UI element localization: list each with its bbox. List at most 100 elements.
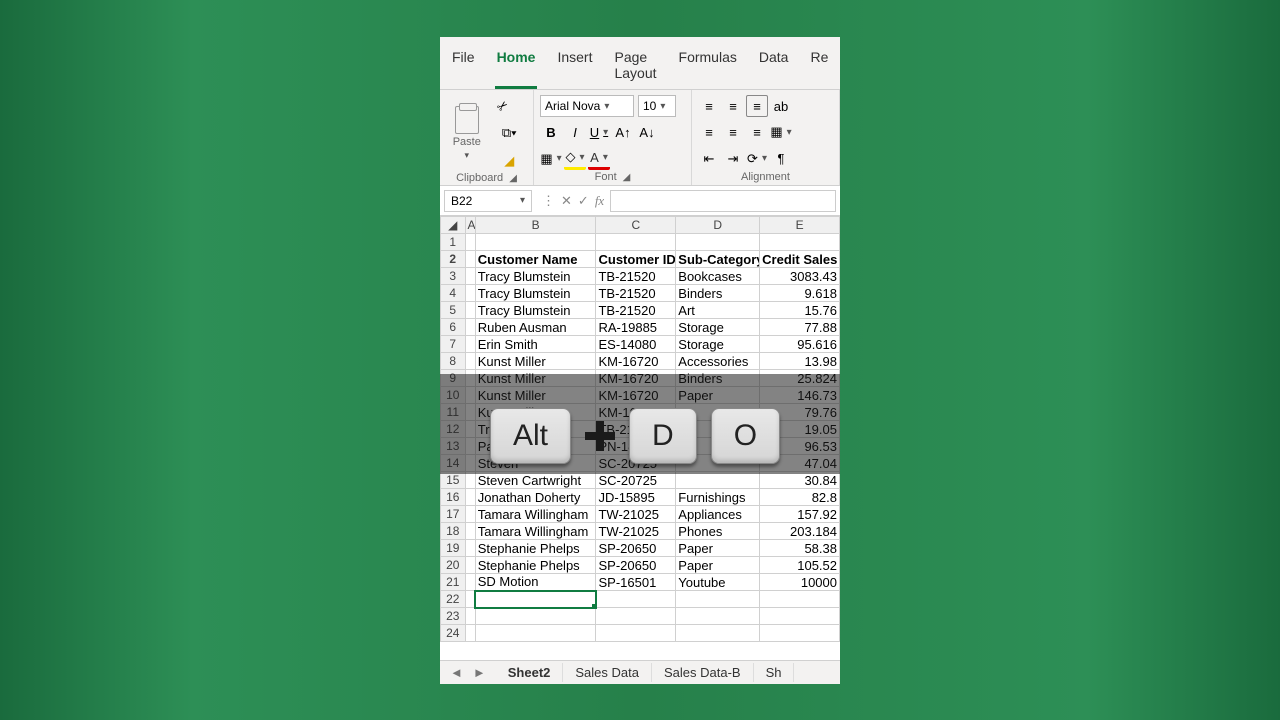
menu-tab-formulas[interactable]: Formulas bbox=[677, 45, 739, 89]
cell[interactable] bbox=[465, 540, 475, 557]
menu-tab-data[interactable]: Data bbox=[757, 45, 791, 89]
sheet-prev-icon[interactable]: ◄ bbox=[450, 665, 463, 680]
align-top-button[interactable]: ≡ bbox=[698, 95, 720, 117]
cell[interactable]: TB-21520 bbox=[596, 302, 676, 319]
cell[interactable]: 9.618 bbox=[760, 285, 840, 302]
font-size-select[interactable]: 10 bbox=[638, 95, 676, 117]
row-header[interactable]: 2 bbox=[441, 251, 466, 268]
more-icon[interactable]: ⋮ bbox=[542, 193, 555, 209]
cell[interactable]: Binders bbox=[676, 285, 760, 302]
cell[interactable] bbox=[676, 608, 760, 625]
sheet-tab[interactable]: Sheet2 bbox=[496, 663, 564, 682]
cell[interactable] bbox=[465, 472, 475, 489]
increase-indent-button[interactable]: ⇥ bbox=[722, 148, 744, 170]
cell[interactable]: 13.98 bbox=[760, 353, 840, 370]
cancel-icon[interactable]: ✕ bbox=[561, 193, 572, 209]
row-header[interactable]: 5 bbox=[441, 302, 466, 319]
cell[interactable] bbox=[465, 285, 475, 302]
menu-tab-page-layout[interactable]: Page Layout bbox=[612, 45, 658, 89]
cell[interactable]: 82.8 bbox=[760, 489, 840, 506]
cell[interactable]: Tamara Willingham bbox=[475, 506, 596, 523]
italic-button[interactable]: I bbox=[564, 121, 586, 143]
row-header[interactable]: 3 bbox=[441, 268, 466, 285]
copy-icon[interactable]: ⧉▾ bbox=[498, 122, 520, 144]
cell[interactable] bbox=[465, 336, 475, 353]
cell[interactable]: 95.616 bbox=[760, 336, 840, 353]
row-header[interactable]: 19 bbox=[441, 540, 466, 557]
decrease-indent-button[interactable]: ⇤ bbox=[698, 148, 720, 170]
cell[interactable]: 10000 bbox=[760, 574, 840, 591]
sheet-next-icon[interactable]: ► bbox=[473, 665, 486, 680]
cell[interactable] bbox=[676, 625, 760, 642]
cell[interactable] bbox=[475, 625, 596, 642]
cell[interactable]: 3083.43 bbox=[760, 268, 840, 285]
rtl-button[interactable]: ¶ bbox=[770, 148, 792, 170]
cell[interactable]: TW-21025 bbox=[596, 523, 676, 540]
sheet-tab[interactable]: Sh bbox=[754, 663, 795, 682]
fill-color-button[interactable]: ◇ bbox=[564, 148, 586, 170]
cell[interactable] bbox=[475, 591, 596, 608]
cell[interactable]: TB-21520 bbox=[596, 268, 676, 285]
align-bottom-button[interactable]: ≡ bbox=[746, 95, 768, 117]
cell[interactable] bbox=[596, 608, 676, 625]
cell[interactable]: Bookcases bbox=[676, 268, 760, 285]
column-header-C[interactable]: C bbox=[596, 217, 676, 234]
cell[interactable] bbox=[760, 234, 840, 251]
paste-button[interactable]: Paste ▾ bbox=[453, 106, 481, 161]
cell[interactable]: Customer Name bbox=[475, 251, 596, 268]
cell[interactable]: TB-21520 bbox=[596, 285, 676, 302]
cell[interactable]: Ruben Ausman bbox=[475, 319, 596, 336]
row-header[interactable]: 1 bbox=[441, 234, 466, 251]
cell[interactable] bbox=[596, 625, 676, 642]
cell[interactable]: RA-19885 bbox=[596, 319, 676, 336]
borders-button[interactable]: ▦ bbox=[540, 148, 562, 170]
font-color-button[interactable]: A bbox=[588, 148, 610, 170]
cell[interactable]: Tamara Willingham bbox=[475, 523, 596, 540]
row-header[interactable]: 20 bbox=[441, 557, 466, 574]
cell[interactable] bbox=[465, 608, 475, 625]
cell[interactable]: KM-16720 bbox=[596, 353, 676, 370]
cell[interactable] bbox=[475, 608, 596, 625]
cell[interactable]: Stephanie Phelps bbox=[475, 557, 596, 574]
cell[interactable]: 77.88 bbox=[760, 319, 840, 336]
row-header[interactable]: 4 bbox=[441, 285, 466, 302]
cell[interactable]: SC-20725 bbox=[596, 472, 676, 489]
orientation-button[interactable]: ⟳ bbox=[746, 148, 768, 170]
cell[interactable] bbox=[596, 591, 676, 608]
row-header[interactable]: 8 bbox=[441, 353, 466, 370]
bold-button[interactable]: B bbox=[540, 121, 562, 143]
row-header[interactable]: 16 bbox=[441, 489, 466, 506]
align-right-button[interactable]: ≡ bbox=[746, 121, 768, 143]
format-painter-icon[interactable]: ◢ bbox=[498, 150, 520, 172]
cell[interactable] bbox=[465, 268, 475, 285]
cell[interactable]: Kunst Miller bbox=[475, 353, 596, 370]
cell[interactable] bbox=[465, 234, 475, 251]
enter-icon[interactable]: ✓ bbox=[578, 193, 589, 209]
cell[interactable] bbox=[465, 557, 475, 574]
cell[interactable]: SP-20650 bbox=[596, 540, 676, 557]
cell[interactable]: Sub-Category bbox=[676, 251, 760, 268]
cell[interactable]: Paper bbox=[676, 557, 760, 574]
column-header-E[interactable]: E bbox=[760, 217, 840, 234]
cell[interactable]: Phones bbox=[676, 523, 760, 540]
cell[interactable] bbox=[465, 506, 475, 523]
row-header[interactable]: 7 bbox=[441, 336, 466, 353]
grow-font-button[interactable]: A↑ bbox=[612, 121, 634, 143]
select-all-corner[interactable]: ◢ bbox=[441, 217, 466, 234]
cell[interactable]: Furnishings bbox=[676, 489, 760, 506]
underline-button[interactable]: U bbox=[588, 121, 610, 143]
cell[interactable]: SP-16501 bbox=[596, 574, 676, 591]
cell[interactable]: TW-21025 bbox=[596, 506, 676, 523]
cell[interactable] bbox=[760, 591, 840, 608]
cell[interactable] bbox=[465, 625, 475, 642]
cell[interactable]: Art bbox=[676, 302, 760, 319]
cell[interactable]: Stephanie Phelps bbox=[475, 540, 596, 557]
cell[interactable]: 15.76 bbox=[760, 302, 840, 319]
cell[interactable]: SD Motion bbox=[475, 574, 596, 591]
shrink-font-button[interactable]: A↓ bbox=[636, 121, 658, 143]
cell[interactable] bbox=[465, 591, 475, 608]
cell[interactable] bbox=[465, 574, 475, 591]
menu-tab-file[interactable]: File bbox=[450, 45, 477, 89]
font-name-select[interactable]: Arial Nova bbox=[540, 95, 634, 117]
sheet-tab[interactable]: Sales Data-B bbox=[652, 663, 754, 682]
